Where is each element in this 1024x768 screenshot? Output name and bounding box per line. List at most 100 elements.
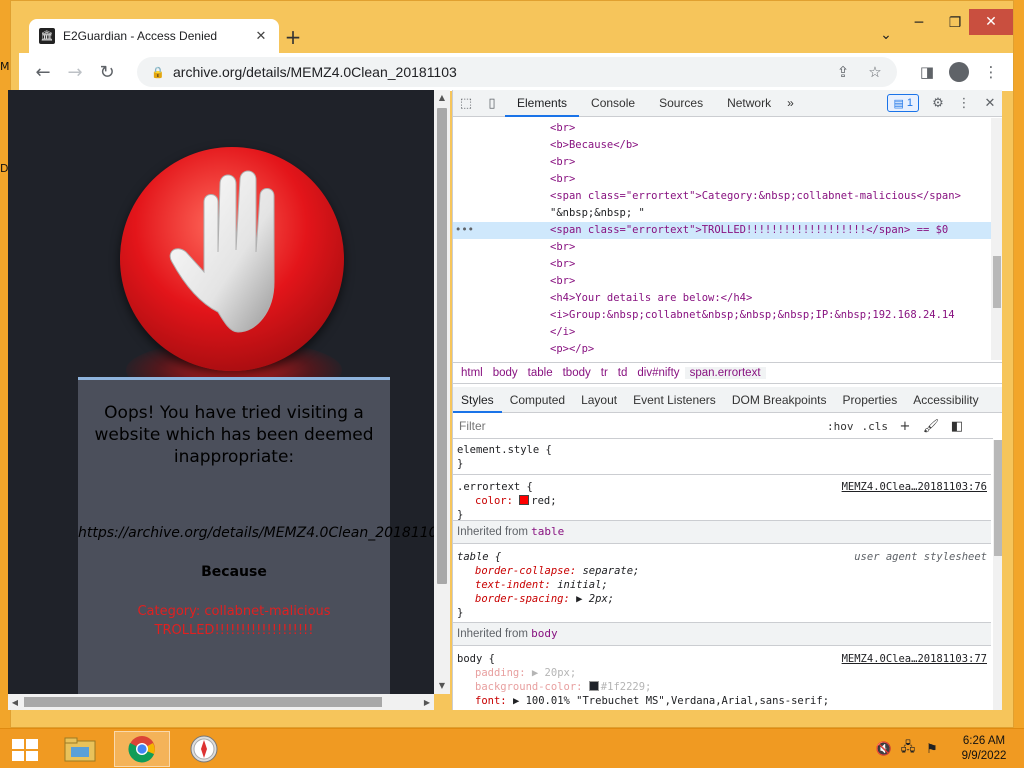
scroll-down-arrow-icon[interactable]: ▼ xyxy=(434,678,450,692)
chrome-icon[interactable] xyxy=(114,731,170,767)
settings-gear-icon[interactable]: ⚙ xyxy=(925,90,951,116)
tab-console[interactable]: Console xyxy=(579,90,647,117)
paint-brush-icon[interactable]: 🖌 xyxy=(918,415,944,437)
cls-toggle[interactable]: .cls xyxy=(858,420,893,433)
back-arrow-icon[interactable]: ← xyxy=(27,56,59,88)
breadcrumb-item[interactable]: div#nifty xyxy=(632,367,684,379)
network-icon[interactable]: 🖧 xyxy=(896,737,920,761)
breadcrumb-item[interactable]: tr xyxy=(596,367,613,379)
css-property-inactive[interactable]: padding: ▶ 20px; xyxy=(475,666,576,680)
page-vertical-scrollbar[interactable]: ▲ ▼ xyxy=(434,90,450,694)
dom-node-selected[interactable]: ••• <span class="errortext">TROLLED!!!!!… xyxy=(453,222,991,239)
inherited-tag-link[interactable]: body xyxy=(531,627,558,640)
dom-node[interactable]: <span class="errortext">Category:&nbsp;c… xyxy=(453,188,991,205)
elements-scrollbar[interactable] xyxy=(991,118,1002,360)
address-url[interactable]: archive.org/details/MEMZ4.0Clean_2018110… xyxy=(173,64,457,80)
action-center-flag-icon[interactable]: ⚑ xyxy=(920,737,944,761)
rule-selector[interactable]: element.style { xyxy=(457,443,552,457)
css-property[interactable]: text-indent: initial; xyxy=(475,578,608,592)
profile-avatar[interactable] xyxy=(949,62,969,82)
dom-node[interactable]: <br> xyxy=(453,239,991,256)
color-swatch[interactable] xyxy=(588,681,599,691)
new-style-rule-plus-icon[interactable]: + xyxy=(892,415,918,437)
breadcrumb-item[interactable]: tbody xyxy=(558,367,596,379)
breadcrumb-item[interactable]: html xyxy=(456,367,488,379)
share-icon[interactable]: ⇪ xyxy=(827,57,859,87)
device-toolbar-icon[interactable]: ▯ xyxy=(479,90,505,116)
color-swatch[interactable] xyxy=(519,495,530,505)
dom-node[interactable]: <br> xyxy=(453,256,991,273)
page-scroll-thumb[interactable] xyxy=(437,108,447,584)
page-horizontal-scrollbar[interactable]: ◀ ▶ xyxy=(8,694,434,710)
volume-muted-icon[interactable]: 🔇 xyxy=(872,737,896,761)
rule-selector[interactable]: table { xyxy=(457,550,501,564)
breadcrumb-item-active[interactable]: span.errortext xyxy=(684,367,766,379)
dom-text-node[interactable]: "&nbsp;&nbsp; " xyxy=(453,205,991,222)
dom-node[interactable]: <br> xyxy=(453,120,991,137)
rule-selector[interactable]: body { xyxy=(457,652,495,666)
address-bar[interactable]: 🔒 archive.org/details/MEMZ4.0Clean_20181… xyxy=(137,57,897,87)
issues-badge[interactable]: ▤ 1 xyxy=(887,94,919,112)
toggle-sidebar-icon[interactable]: ◧ xyxy=(944,415,970,437)
css-property[interactable]: color: red; xyxy=(475,494,557,508)
new-tab-button[interactable]: + xyxy=(279,23,307,51)
file-explorer-icon[interactable] xyxy=(52,731,108,767)
tab-computed[interactable]: Computed xyxy=(502,387,573,413)
dom-node[interactable]: <br> xyxy=(453,171,991,188)
scroll-left-arrow-icon[interactable]: ◀ xyxy=(8,694,22,710)
css-property[interactable]: font: ▶ 100.01% "Trebuchet MS",Verdana,A… xyxy=(475,694,829,708)
tab-accessibility[interactable]: Accessibility xyxy=(905,387,986,413)
more-tabs-chevron-icon[interactable]: » xyxy=(783,90,798,117)
css-property[interactable]: border-collapse: separate; xyxy=(475,564,639,578)
breadcrumb-item[interactable]: td xyxy=(613,367,633,379)
tab-layout[interactable]: Layout xyxy=(573,387,625,413)
reload-icon[interactable]: ↻ xyxy=(91,56,123,88)
side-panel-icon[interactable]: ◨ xyxy=(911,57,943,87)
tab-dom-breakpoints[interactable]: DOM Breakpoints xyxy=(724,387,835,413)
dom-node[interactable]: <h4>Your details are below:</h4> xyxy=(453,290,991,307)
menu-kebab-icon[interactable]: ⋮ xyxy=(975,57,1007,87)
tab-styles[interactable]: Styles xyxy=(453,387,502,413)
dom-node[interactable]: <br> xyxy=(453,273,991,290)
breadcrumb-item[interactable]: table xyxy=(523,367,558,379)
close-devtools-icon[interactable]: ✕ xyxy=(977,90,1002,116)
dom-node[interactable]: <i>Group:&nbsp;collabnet&nbsp;&nbsp;&nbs… xyxy=(453,307,991,324)
css-property-inactive[interactable]: background-color: #1f2229; xyxy=(475,680,651,694)
clock[interactable]: 6:26 AM 9/9/2022 xyxy=(944,734,1024,764)
browser-tab[interactable]: 🏛 E2Guardian - Access Denied ✕ xyxy=(29,19,279,53)
css-property[interactable]: border-spacing: ▶ 2px; xyxy=(475,592,614,606)
rule-source-link[interactable]: MEMZ4.0Clea…20181103:77 xyxy=(842,652,987,666)
styles-scroll-thumb[interactable] xyxy=(994,440,1002,556)
hov-toggle[interactable]: :hov xyxy=(823,420,858,433)
dom-node[interactable]: <b>Because</b> xyxy=(453,137,991,154)
dom-node[interactable]: <p></p> xyxy=(453,341,991,358)
styles-filter-input[interactable] xyxy=(453,416,823,436)
windows-start-icon[interactable] xyxy=(8,737,42,763)
close-window-button[interactable]: ✕ xyxy=(969,9,1013,35)
styles-scrollbar[interactable] xyxy=(993,440,1002,710)
inherited-tag-link[interactable]: table xyxy=(531,525,564,538)
scroll-up-arrow-icon[interactable]: ▲ xyxy=(434,90,450,104)
tab-elements[interactable]: Elements xyxy=(505,90,580,117)
tab-sources[interactable]: Sources xyxy=(647,90,715,117)
tab-event-listeners[interactable]: Event Listeners xyxy=(625,387,724,413)
tab-properties[interactable]: Properties xyxy=(835,387,906,413)
blocked-url-link[interactable]: https://archive.org/details/MEMZ4.0Clean… xyxy=(78,525,434,541)
node-actions-dots[interactable]: ••• xyxy=(455,222,474,239)
devtools-menu-kebab-icon[interactable]: ⋮ xyxy=(951,90,977,116)
safari-compass-icon[interactable] xyxy=(176,731,232,767)
forward-arrow-icon[interactable]: → xyxy=(59,56,91,88)
dom-node[interactable]: </i> xyxy=(453,324,991,341)
scroll-right-arrow-icon[interactable]: ▶ xyxy=(420,694,434,710)
elements-scroll-thumb[interactable] xyxy=(993,256,1001,308)
inspect-element-icon[interactable]: ⬚ xyxy=(453,90,479,116)
rule-selector[interactable]: .errortext { xyxy=(457,480,533,494)
tab-close-icon[interactable]: ✕ xyxy=(253,28,269,44)
dom-node[interactable]: <br> xyxy=(453,154,991,171)
rule-source-link[interactable]: MEMZ4.0Clea…20181103:76 xyxy=(842,480,987,494)
tab-network[interactable]: Network xyxy=(715,90,783,117)
minimize-button[interactable]: ─ xyxy=(899,11,939,35)
bookmark-star-icon[interactable]: ☆ xyxy=(859,57,891,87)
page-hscroll-thumb[interactable] xyxy=(24,697,382,707)
breadcrumb-item[interactable]: body xyxy=(488,367,523,379)
